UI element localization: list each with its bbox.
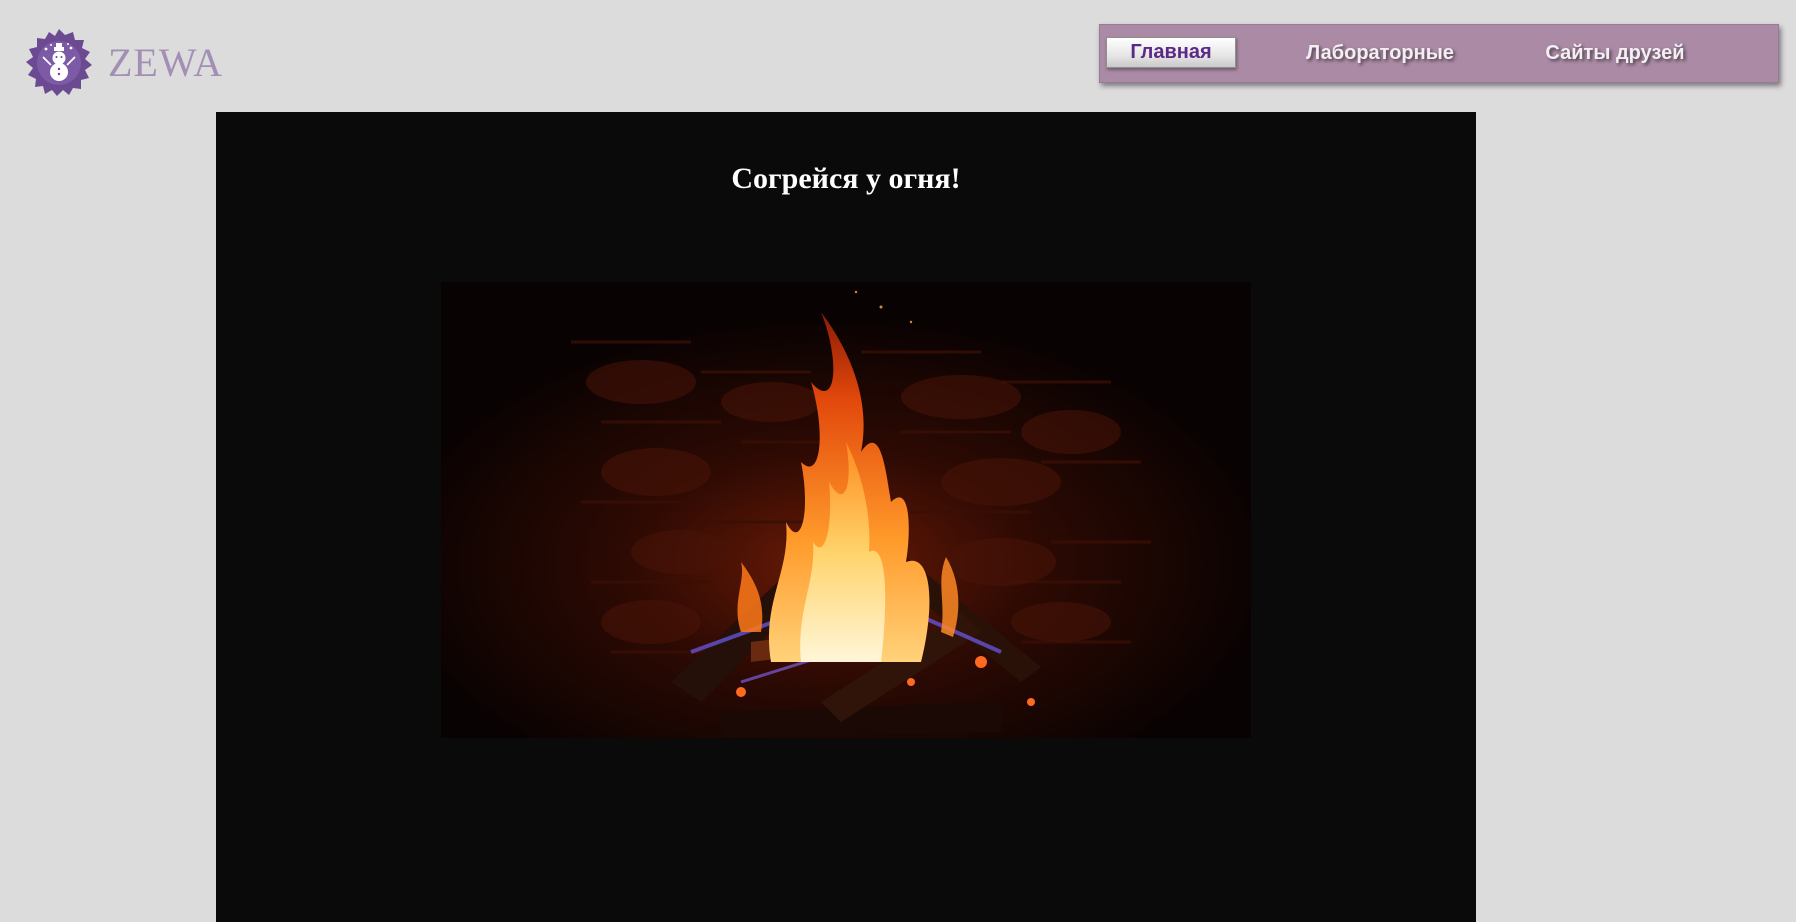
page: ZEWA Главная Лабораторные Сайты друзей С… xyxy=(0,0,1796,922)
logo-text: ZEWA xyxy=(108,40,224,85)
nav-item-labs[interactable]: Лабораторные xyxy=(1290,39,1470,67)
main-content: Согрейся у огня! xyxy=(216,112,1476,922)
page-title: Согрейся у огня! xyxy=(731,162,961,195)
main-nav: Главная Лабораторные Сайты друзей xyxy=(1099,24,1779,83)
nav-item-home[interactable]: Главная xyxy=(1106,37,1236,68)
fireplace-image xyxy=(441,282,1251,738)
nav-item-friends-sites[interactable]: Сайты друзей xyxy=(1525,39,1705,67)
snowman-badge-icon xyxy=(26,29,92,96)
site-logo-link[interactable]: ZEWA xyxy=(24,28,223,98)
